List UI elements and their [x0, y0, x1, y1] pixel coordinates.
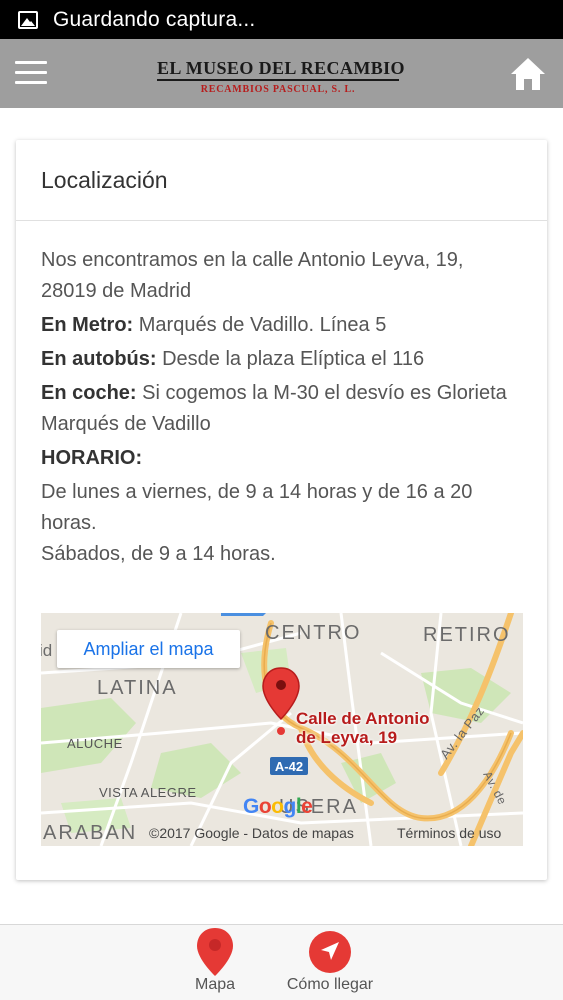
google-map[interactable]: id Ampliar el mapa CENTRO RETIRO LATINA … [41, 613, 523, 846]
status-bar: Guardando captura... [0, 0, 563, 39]
nav-label-map: Mapa [194, 976, 236, 993]
nav-item-directions[interactable]: Cómo llegar [285, 925, 375, 1000]
map-label-aluche: ALUCHE [67, 736, 123, 751]
home-icon[interactable] [509, 56, 547, 92]
bus-text: Desde la plaza Elíptica el 116 [156, 348, 425, 370]
map-label-centro: CENTRO [265, 622, 362, 644]
card-title: Localización [41, 166, 168, 193]
map-label-latina: LATINA [97, 677, 178, 699]
marker-label-line1: Calle de Antonio [296, 709, 430, 728]
hamburger-menu-icon[interactable] [15, 61, 47, 85]
map-label-partial: id [41, 641, 53, 660]
map-label-vista-alegre: VISTA ALEGRE [99, 785, 197, 800]
map-label-retiro: RETIRO [423, 624, 511, 646]
hours-weekdays: De lunes a viernes, de 9 a 14 horas y de… [41, 481, 473, 534]
address-text: Nos encontramos en la calle Antonio Leyv… [41, 249, 464, 302]
car-label: En coche: [41, 382, 137, 404]
map-footer: ©2017 Google - Datos de mapas Términos d… [41, 820, 523, 846]
nav-item-map[interactable]: Mapa [186, 925, 244, 1000]
hours-label: HORARIO: [41, 447, 143, 469]
app-header: EL MUSEO DEL RECAMBIO RECAMBIOS PASCUAL,… [0, 39, 563, 108]
card-body: Nos encontramos en la calle Antonio Leyv… [16, 221, 547, 570]
map-terms-link[interactable]: Términos de uso [397, 825, 501, 841]
status-text: Guardando captura... [53, 7, 256, 31]
car-line: En coche: Si cogemos la M-30 el desvío e… [41, 378, 522, 440]
road-shield-a42: A-42 [270, 757, 308, 775]
image-icon [18, 10, 38, 29]
metro-text: Marqués de Vadillo. Línea 5 [133, 314, 387, 336]
hours-heading: HORARIO: [41, 443, 522, 474]
map-pin-icon [197, 928, 233, 976]
logo-main-text: EL MUSEO DEL RECAMBIO [157, 58, 405, 81]
navigation-arrow-icon [309, 931, 351, 973]
nav-label-directions: Cómo llegar [286, 976, 374, 993]
map-marker-label: Calle de Antonio de Leyva, 19 [296, 709, 430, 747]
bus-line: En autobús: Desde la plaza Elíptica el 1… [41, 344, 522, 375]
location-card: Localización Nos encontramos en la calle… [16, 140, 547, 880]
expand-map-button[interactable]: Ampliar el mapa [57, 630, 240, 668]
bottom-nav: Mapa Cómo llegar [0, 924, 563, 1000]
metro-line: En Metro: Marqués de Vadillo. Línea 5 [41, 310, 522, 341]
marker-label-line2: de Leyva, 19 [296, 728, 398, 747]
card-header: Localización [16, 140, 547, 221]
map-copyright: ©2017 Google - Datos de mapas [149, 825, 354, 841]
google-logo: Google [243, 795, 313, 818]
bus-label: En autobús: [41, 348, 157, 370]
metro-label: En Metro: [41, 314, 134, 336]
hours-saturday: Sábados, de 9 a 14 horas. [41, 543, 276, 565]
logo-sub-text: RECAMBIOS PASCUAL, S. L. [200, 84, 356, 95]
logo[interactable]: EL MUSEO DEL RECAMBIO RECAMBIOS PASCUAL,… [157, 58, 405, 95]
